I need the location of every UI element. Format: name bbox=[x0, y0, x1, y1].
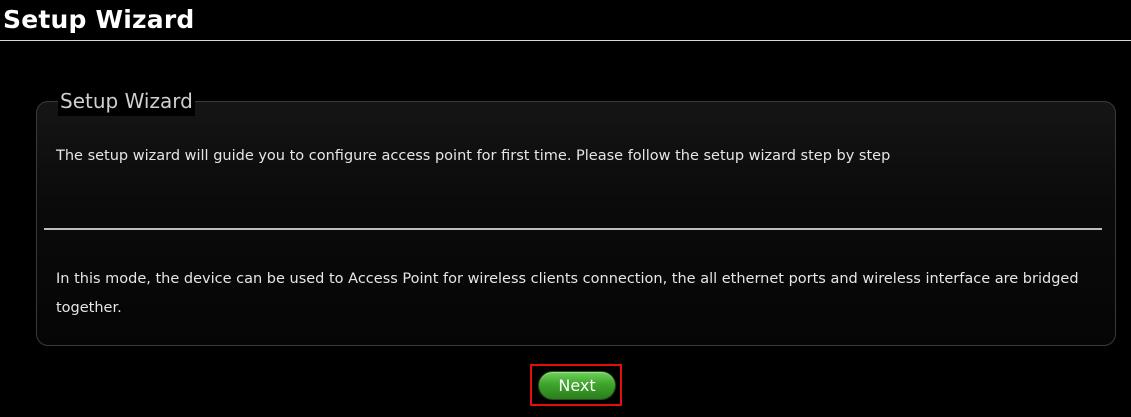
mode-description-text: In this mode, the device can be used to … bbox=[56, 271, 1079, 316]
wizard-intro-text: The setup wizard will guide you to confi… bbox=[56, 148, 891, 164]
panel-legend: Setup Wizard bbox=[58, 86, 195, 116]
panel-divider bbox=[44, 228, 1102, 230]
page-header: Setup Wizard bbox=[0, 0, 1131, 42]
title-underline bbox=[0, 40, 1131, 41]
next-button[interactable]: Next bbox=[539, 372, 615, 399]
page-title: Setup Wizard bbox=[3, 5, 195, 34]
